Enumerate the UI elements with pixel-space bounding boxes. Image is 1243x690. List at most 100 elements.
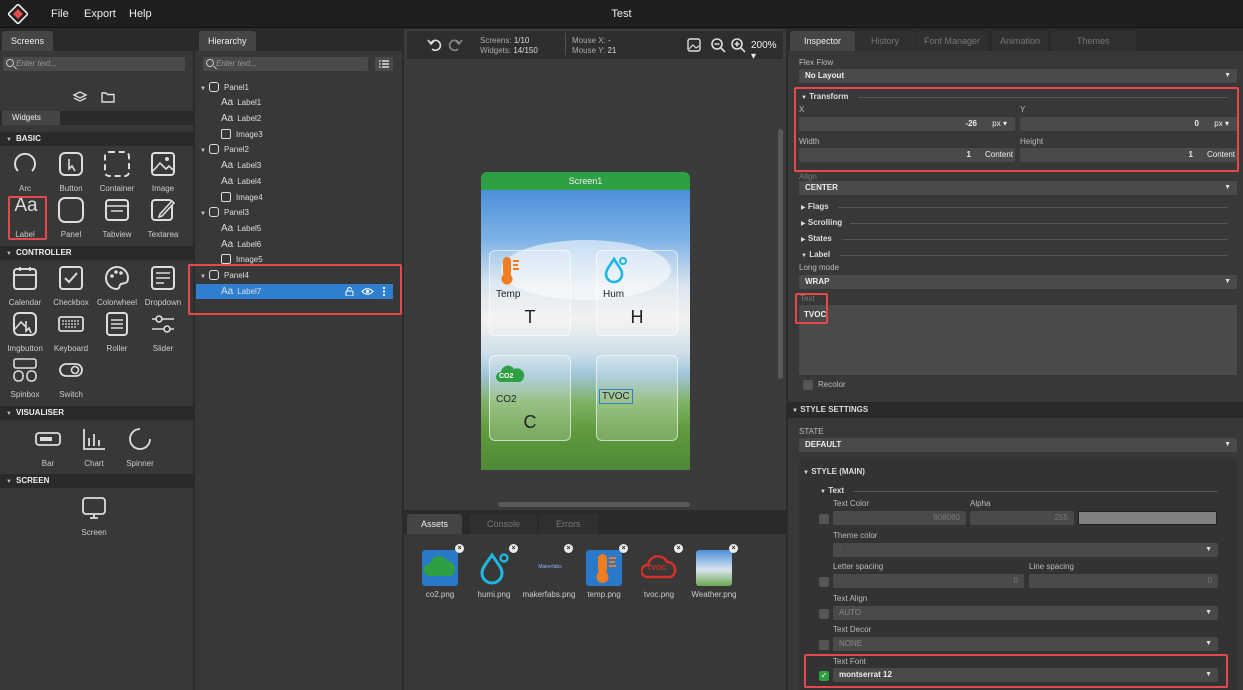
remove-asset-button[interactable]: × — [509, 544, 518, 553]
remove-asset-button[interactable]: × — [619, 544, 628, 553]
canvas-vertical-scrollbar[interactable] — [778, 129, 783, 379]
card-co2[interactable]: CO2 CO2 C — [489, 355, 571, 441]
image-preview-icon[interactable] — [687, 38, 701, 52]
widget-container[interactable]: Container — [94, 151, 140, 197]
widget-slider[interactable]: Slider — [140, 311, 186, 357]
tab-console[interactable]: Console — [470, 514, 538, 534]
section-visualiser[interactable]: ▼ VISUALISER — [0, 406, 193, 420]
tvoc-selected-label[interactable]: TVOC — [599, 389, 633, 404]
card-tvoc[interactable]: TVOC — [596, 355, 678, 441]
tab-widgets[interactable]: Widgets — [2, 111, 60, 125]
tab-themes[interactable]: Themes — [1051, 31, 1136, 51]
expand-icon[interactable]: ▼ — [200, 144, 209, 159]
text-color-checkbox[interactable] — [819, 514, 829, 524]
style-settings-header[interactable]: ▼ STYLE SETTINGS — [788, 402, 1243, 418]
widget-panel[interactable]: Panel — [48, 197, 94, 243]
tree-item-panel1[interactable]: ▼ Panel1 — [200, 80, 249, 95]
align-select[interactable]: CENTER ▼ — [799, 181, 1237, 195]
widget-screen[interactable]: Screen — [71, 495, 117, 541]
remove-asset-button[interactable]: × — [564, 544, 573, 553]
asset-humi[interactable]: × humi.png — [464, 544, 518, 620]
asset-makerfabs[interactable]: Makerfabs × makerfabs.png — [519, 544, 575, 620]
text-textarea[interactable]: TVOC — [799, 305, 1237, 375]
alpha-input[interactable]: 255 — [970, 511, 1074, 525]
scrolling-group-header[interactable]: ▶ Scrolling — [801, 218, 842, 227]
screen-title-bar[interactable]: Screen1 — [481, 172, 690, 190]
widget-tabview[interactable]: Tabview — [94, 197, 140, 243]
text-align-select[interactable]: AUTO ▼ — [833, 606, 1218, 620]
widget-roller[interactable]: Roller — [94, 311, 140, 357]
recolor-checkbox[interactable] — [803, 380, 813, 390]
layers-icon[interactable] — [72, 89, 88, 105]
tree-item-panel3[interactable]: ▼ Panel3 — [200, 205, 249, 220]
remove-asset-button[interactable]: × — [674, 544, 683, 553]
tree-item-label6[interactable]: Aa Label6 — [221, 237, 261, 252]
hierarchy-search-input[interactable]: Enter text... — [203, 57, 368, 71]
tab-errors[interactable]: Errors — [539, 514, 598, 534]
letter-spacing-checkbox[interactable] — [819, 577, 829, 587]
states-group-header[interactable]: ▶ States — [801, 234, 832, 243]
remove-asset-button[interactable]: × — [455, 544, 464, 553]
widget-calendar[interactable]: Calendar — [2, 265, 48, 311]
tab-history[interactable]: History — [855, 31, 916, 51]
widget-arc[interactable]: Arc — [2, 151, 48, 197]
tree-item-image4[interactable]: Image4 — [221, 190, 263, 205]
section-basic[interactable]: ▼ BASIC — [0, 132, 193, 146]
card-temp[interactable]: Temp T — [489, 250, 571, 336]
screen-canvas[interactable]: Temp T Hum H CO2 CO2 C TVOC — [481, 190, 690, 470]
letter-spacing-input[interactable]: 0 — [833, 574, 1024, 588]
tab-hierarchy[interactable]: Hierarchy — [199, 31, 256, 51]
section-screen[interactable]: ▼ SCREEN — [0, 474, 193, 488]
tab-font-manager[interactable]: Font Manager — [916, 31, 989, 51]
long-mode-select[interactable]: WRAP ▼ — [799, 275, 1237, 289]
widget-keyboard[interactable]: Keyboard — [48, 311, 94, 357]
folder-icon[interactable] — [100, 89, 116, 105]
widget-search-input[interactable]: Enter text... — [3, 57, 185, 71]
asset-temp[interactable]: × temp.png — [574, 544, 628, 620]
asset-tvoc[interactable]: TVOC × tvoc.png — [629, 544, 683, 620]
widget-textarea[interactable]: Textarea — [140, 197, 186, 243]
text-decor-checkbox[interactable] — [819, 640, 829, 650]
tree-item-image3[interactable]: Image3 — [221, 127, 263, 142]
section-controller[interactable]: ▼ CONTROLLER — [0, 246, 193, 260]
undo-icon[interactable] — [427, 37, 443, 53]
tab-inspector[interactable]: Inspector — [790, 31, 856, 51]
asset-co2[interactable]: × co2.png — [410, 544, 464, 620]
widget-chart[interactable]: Chart — [71, 426, 117, 472]
widget-bar[interactable]: Bar — [25, 426, 71, 472]
zoom-level[interactable]: 200% ▾ — [751, 40, 783, 62]
label-group-header[interactable]: ▼ Label — [801, 250, 830, 259]
remove-asset-button[interactable]: × — [729, 544, 738, 553]
flags-group-header[interactable]: ▶ Flags — [801, 202, 829, 211]
zoom-in-icon[interactable] — [730, 37, 746, 53]
widget-colorwheel[interactable]: Colorwheel — [94, 265, 140, 311]
text-align-checkbox[interactable] — [819, 609, 829, 619]
text-color-swatch[interactable] — [1078, 511, 1217, 525]
widget-image[interactable]: Image — [140, 151, 186, 197]
text-style-group-header[interactable]: ▼ Text — [820, 486, 844, 495]
widget-spinner[interactable]: Spinner — [117, 426, 163, 472]
widget-imgbutton[interactable]: Imgbutton — [2, 311, 48, 357]
widget-spinbox[interactable]: Spinbox — [2, 357, 48, 403]
asset-weather[interactable]: × Weather.png — [684, 544, 738, 620]
widget-switch[interactable]: Switch — [48, 357, 94, 403]
tree-item-label5[interactable]: Aa Label5 — [221, 221, 261, 236]
state-select[interactable]: DEFAULT ▼ — [799, 438, 1237, 452]
style-main-header[interactable]: ▼ STYLE (MAIN) — [803, 467, 865, 476]
text-decor-select[interactable]: NONE ▼ — [833, 637, 1218, 651]
tree-item-label3[interactable]: Aa Label3 — [221, 158, 261, 173]
widget-checkbox[interactable]: Checkbox — [48, 265, 94, 311]
tree-item-panel2[interactable]: ▼ Panel2 — [200, 142, 249, 157]
theme-color-select[interactable]: - ▼ — [833, 543, 1218, 557]
zoom-out-icon[interactable] — [710, 37, 726, 53]
tab-assets[interactable]: Assets — [407, 514, 463, 534]
line-spacing-input[interactable]: 0 — [1029, 574, 1218, 588]
tab-animation[interactable]: Animation — [992, 31, 1049, 51]
widget-button[interactable]: Button — [48, 151, 94, 197]
expand-icon[interactable]: ▼ — [200, 82, 209, 97]
tab-screens[interactable]: Screens — [2, 31, 54, 51]
card-hum[interactable]: Hum H — [596, 250, 678, 336]
canvas-horizontal-scrollbar[interactable] — [498, 502, 690, 507]
tree-item-label2[interactable]: Aa Label2 — [221, 111, 261, 126]
tree-item-label4[interactable]: Aa Label4 — [221, 174, 261, 189]
